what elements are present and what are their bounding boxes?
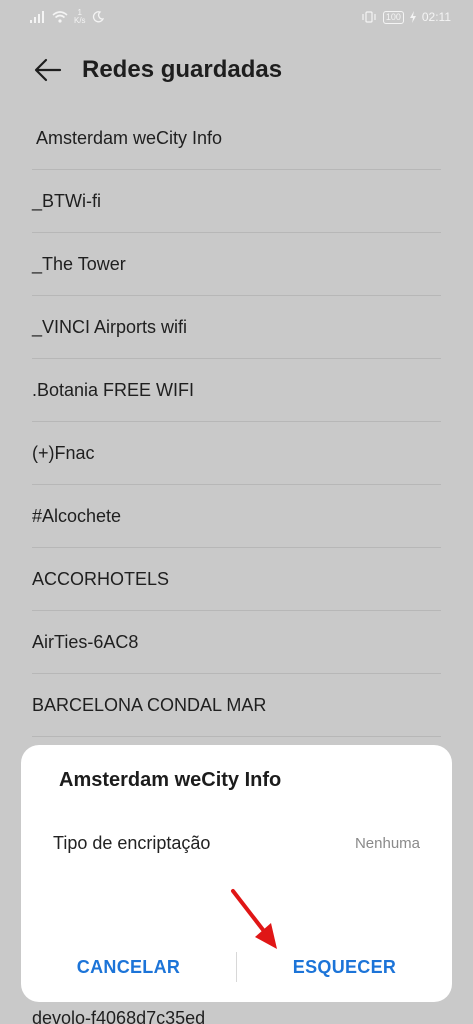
encryption-label: Tipo de encriptação [53, 833, 211, 853]
clock: 02:11 [421, 10, 451, 24]
status-left: 1 K/s [30, 9, 104, 25]
network-item[interactable]: AirTies-6AC8 [32, 611, 441, 674]
back-arrow-icon [34, 58, 62, 82]
network-item[interactable]: (+)Fnac [32, 422, 441, 485]
moon-icon [92, 11, 104, 23]
network-item[interactable]: .Botania FREE WIFI [32, 359, 441, 422]
saved-networks-list: Amsterdam weCity Info _BTWi-fi _The Towe… [32, 107, 441, 737]
network-item[interactable]: Amsterdam weCity Info [32, 107, 441, 170]
network-dialog: Amsterdam weCity Info Tipo de encriptaçã… [21, 745, 452, 1002]
vibrate-icon [361, 11, 377, 23]
screen: 1 K/s 100 02:11 Redes guardadas Amsterda… [0, 0, 473, 1024]
network-item[interactable]: BARCELONA CONDAL MAR [32, 674, 441, 737]
network-item[interactable]: ACCORHOTELS [32, 548, 441, 611]
dialog-title: Amsterdam weCity Info [59, 769, 282, 791]
status-right: 100 02:11 [361, 10, 451, 24]
encryption-row: Tipo de encriptação Nenhuma [53, 833, 420, 854]
page-title: Redes guardadas [82, 56, 283, 83]
signal-icon [30, 11, 46, 23]
network-item[interactable]: _BTWi-fi [32, 170, 441, 233]
charging-icon [409, 11, 416, 23]
status-bar: 1 K/s 100 02:11 [0, 0, 473, 34]
network-item[interactable]: #Alcochete [32, 485, 441, 548]
wifi-icon [52, 11, 68, 23]
cancel-button[interactable]: CANCELAR [21, 957, 236, 978]
annotation-arrow-icon [231, 889, 277, 949]
network-item[interactable]: _The Tower [32, 233, 441, 296]
encryption-value: Nenhuma [354, 835, 420, 852]
app-header: Redes guardadas [0, 40, 473, 100]
back-button[interactable] [28, 50, 68, 90]
network-speed: 1 K/s [74, 9, 86, 25]
network-item[interactable]: _VINCI Airports wifi [32, 296, 441, 359]
forget-button[interactable]: ESQUECER [237, 957, 452, 978]
network-item-partial[interactable]: devolo-f4068d7c35ed [32, 1008, 205, 1024]
network-speed-unit: K/s [74, 16, 86, 25]
battery-level: 100 [382, 10, 404, 24]
